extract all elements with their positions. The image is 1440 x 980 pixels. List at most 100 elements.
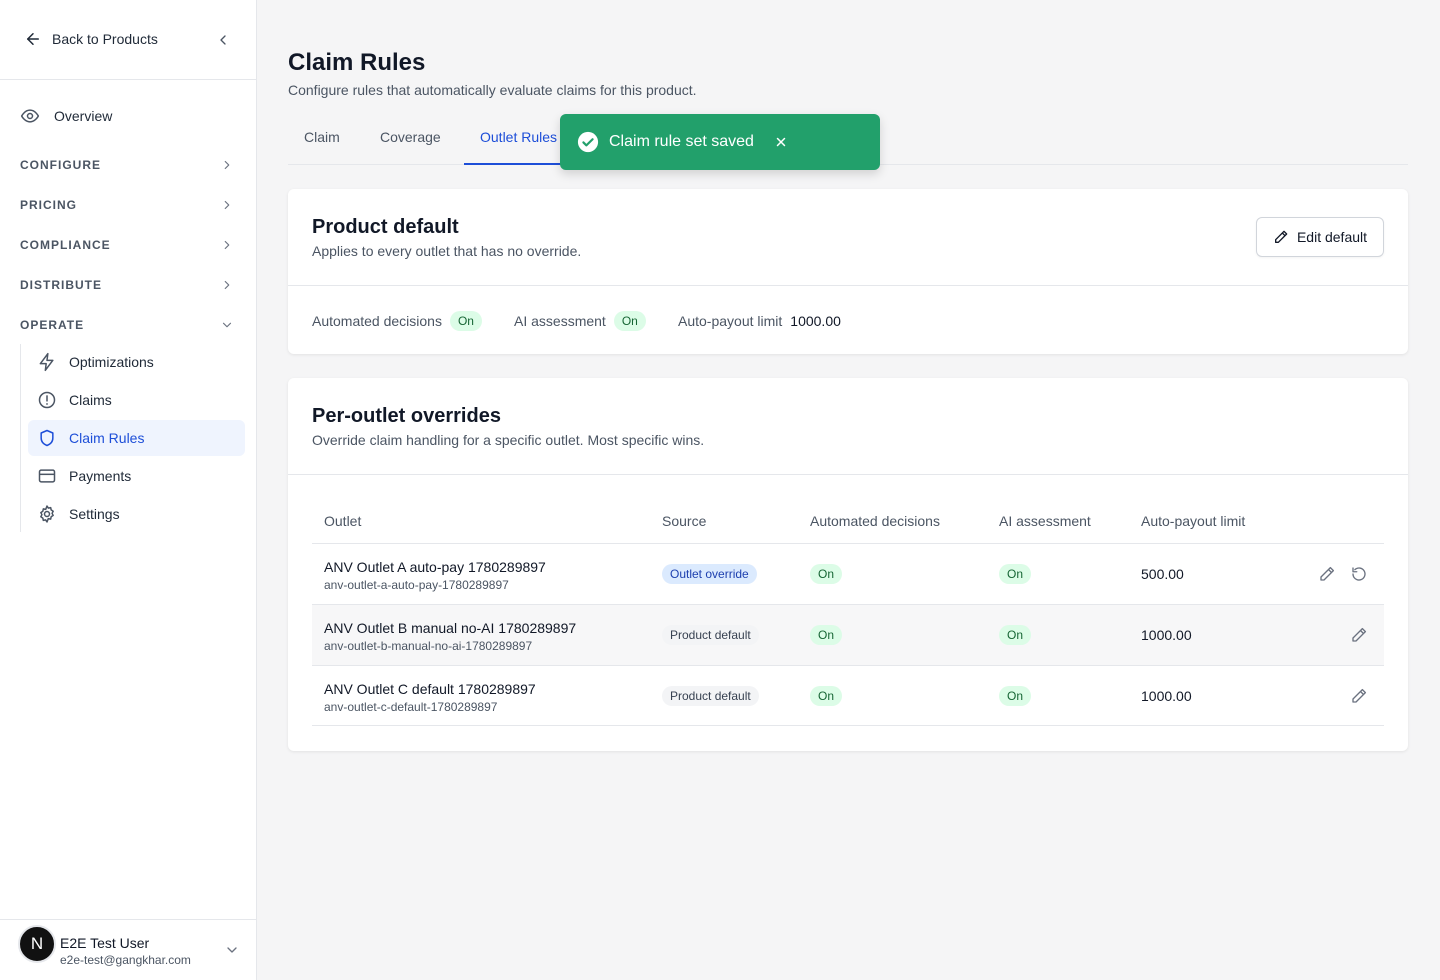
pencil-icon[interactable] [1318,565,1336,583]
pencil-icon [1274,230,1288,243]
sidebar-item-label: Settings [69,506,120,522]
auto-payout-limit-value: 1000.00 [790,313,841,329]
eye-icon [20,109,40,123]
sidebar-section-configure[interactable]: CONFIGURE [20,153,234,177]
avatar[interactable]: N [18,925,56,963]
sidebar-item-payments[interactable]: Payments [28,458,245,494]
automated-decisions-label: Automated decisions [312,313,442,329]
status-badge: On [613,311,646,331]
overrides-title: Per-outlet overrides [312,405,501,427]
sidebar-item-claims[interactable]: Claims [28,382,245,418]
overrides-subtitle: Override claim handling for a specific o… [312,432,705,448]
auto-payout-limit-value: 1000.00 [1141,627,1192,643]
product-default-title: Product default [312,216,459,238]
column-header-automated-decisions: Automated decisions [810,513,940,529]
column-header-outlet: Outlet [324,513,362,529]
divider [288,474,1408,475]
chevron-right-icon [224,200,230,210]
pencil-icon[interactable] [1350,687,1368,705]
automated-decisions-stat: Automated decisions On [312,311,482,331]
outlet-name: ANV Outlet B manual no-AI 1780289897 [324,620,577,636]
tab-claim[interactable]: Claim [288,122,356,165]
shield-icon [40,429,54,447]
sidebar-item-overview[interactable]: Overview [20,106,112,126]
collapse-sidebar-button[interactable] [213,30,233,50]
operate-sub-nav: Optimizations Claims Claim Rules Payment… [20,344,250,532]
tab-coverage[interactable]: Coverage [364,122,457,165]
page-title: Claim Rules [288,49,426,76]
gear-icon [40,505,54,523]
arrow-left-icon [27,33,39,45]
source-badge: Outlet override [662,564,757,584]
sidebar-item-label: Optimizations [69,354,154,370]
table-row: ANV Outlet C default 1780289897 anv-outl… [312,665,1384,726]
pencil-icon[interactable] [1350,626,1368,644]
back-to-products-label: Back to Products [52,31,158,47]
sidebar-section-compliance[interactable]: COMPLIANCE [20,233,234,257]
edit-default-button[interactable]: Edit default [1256,217,1384,257]
outlet-slug: anv-outlet-c-default-1780289897 [324,700,498,714]
column-header-auto-payout-limit: Auto-payout limit [1141,513,1246,529]
tab-outlet-rules[interactable]: Outlet Rules [464,122,574,165]
sidebar: Back to Products Overview CONFIGURE PRIC… [0,0,257,980]
table-row: ANV Outlet A auto-pay 1780289897 anv-out… [312,543,1384,604]
table-row: ANV Outlet B manual no-AI 1780289897 anv… [312,604,1384,665]
outlet-name: ANV Outlet A auto-pay 1780289897 [324,559,546,575]
source-badge: Product default [662,686,759,706]
section-label: DISTRIBUTE [20,278,102,292]
divider [288,285,1408,286]
ai-status-badge: On [999,564,1032,584]
automated-status-badge: On [810,625,843,645]
outlet-name: ANV Outlet C default 1780289897 [324,681,536,697]
auto-payout-limit-value: 1000.00 [1141,688,1192,704]
success-toast: Claim rule set saved [560,114,880,170]
section-label: CONFIGURE [20,158,101,172]
section-label: OPERATE [20,318,85,332]
user-menu[interactable]: N E2E Test User e2e-test@gangkhar.com [0,919,256,980]
sidebar-item-label: Claim Rules [69,430,145,446]
auto-payout-limit-label: Auto-payout limit [678,313,783,329]
chevron-right-icon [224,160,230,170]
ai-assessment-stat: AI assessment On [514,311,646,331]
page-subtitle: Configure rules that automatically evalu… [288,82,697,98]
ai-status-badge: On [999,686,1032,706]
outlet-slug: anv-outlet-a-auto-pay-1780289897 [324,578,509,592]
automated-status-badge: On [810,686,843,706]
sidebar-item-settings[interactable]: Settings [28,496,245,532]
reset-icon[interactable] [1350,565,1368,583]
sidebar-item-claim-rules[interactable]: Claim Rules [28,420,245,456]
ai-status-badge: On [999,625,1032,645]
product-default-subtitle: Applies to every outlet that has no over… [312,243,582,259]
sidebar-item-label: Claims [69,392,112,408]
sidebar-item-label: Overview [54,108,113,124]
sidebar-section-distribute[interactable]: DISTRIBUTE [20,273,234,297]
back-row: Back to Products [0,0,256,80]
chevron-left-icon [220,35,226,45]
column-header-source: Source [662,513,707,529]
column-header-ai-assessment: AI assessment [999,513,1091,529]
edit-default-label: Edit default [1296,229,1368,245]
back-to-products-link[interactable]: Back to Products [24,30,158,48]
alert-circle-icon [38,391,56,409]
status-badge: On [449,311,482,331]
toast-message: Claim rule set saved [609,133,754,150]
chevron-right-icon [224,240,230,250]
chevron-right-icon [224,280,230,290]
source-badge: Product default [662,625,759,645]
product-default-card: Product default Applies to every outlet … [288,189,1408,354]
chevron-down-icon[interactable] [224,942,240,958]
user-email: e2e-test@gangkhar.com [60,953,191,967]
sidebar-section-operate[interactable]: OPERATE [20,313,234,337]
credit-card-icon [38,469,56,483]
chevron-down-icon [222,322,232,328]
user-name: E2E Test User [60,935,150,951]
per-outlet-overrides-card: Per-outlet overrides Override claim hand… [288,378,1408,751]
sidebar-item-optimizations[interactable]: Optimizations [28,344,245,380]
outlet-slug: anv-outlet-b-manual-no-ai-1780289897 [324,639,533,653]
close-icon[interactable] [774,135,788,149]
section-label: PRICING [20,198,78,212]
auto-payout-limit-stat: Auto-payout limit 1000.00 [678,313,841,329]
sidebar-section-pricing[interactable]: PRICING [20,193,234,217]
lightning-icon [39,352,54,372]
ai-assessment-label: AI assessment [514,313,606,329]
